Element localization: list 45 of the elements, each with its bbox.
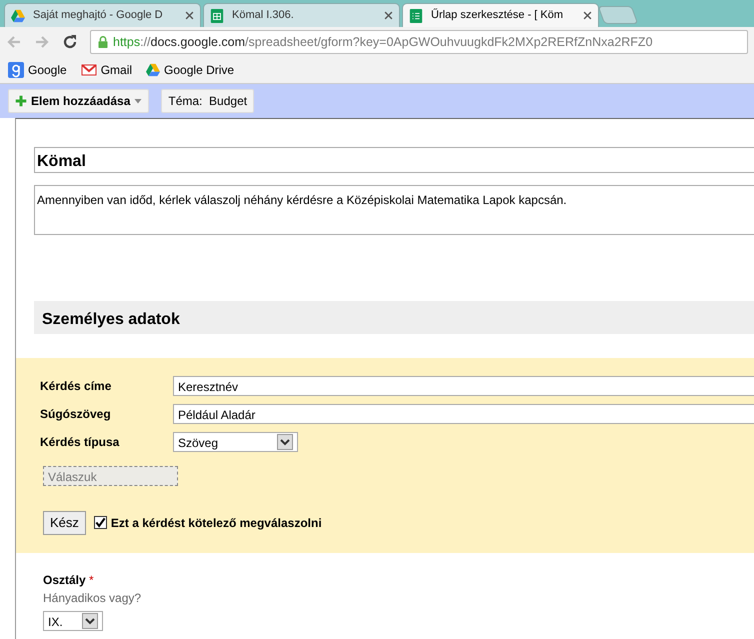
- answer-preview-field: Válaszuk: [43, 466, 178, 486]
- bookmark-link[interactable]: Google Drive: [146, 61, 234, 79]
- form-description-field[interactable]: Amennyiben van időd, kérlek válaszolj néhány kérdésre a Középiskolai Matematika Lapok kapcsán.: [34, 185, 754, 235]
- type-dropdown[interactable]: Szöveg: [173, 432, 298, 452]
- required-mark: *: [89, 572, 94, 586]
- form-title-field[interactable]: Kömal: [34, 147, 754, 173]
- triangle-logo-icon: [11, 8, 25, 22]
- close-icon: [185, 11, 194, 20]
- bookmark-link[interactable]: Google: [8, 61, 67, 79]
- grade-dropdown[interactable]: IX.: [43, 610, 103, 630]
- add-item-button[interactable]: Elem hozzáadása: [8, 89, 150, 113]
- field-label: Súgószöveg: [40, 406, 112, 423]
- url-text: https://docs.google.com/spreadsheet/gform?key=0ApGWOuhvuugkdFk2MXp2RERfZnNxa2RFZ0: [113, 34, 653, 51]
- g-logo-icon: [8, 62, 24, 78]
- field-label: Kérdés típusa: [40, 434, 120, 451]
- plus-icon: [15, 95, 27, 107]
- envelope-icon: [80, 62, 97, 78]
- bookmark-link[interactable]: Gmail: [80, 61, 132, 79]
- forward-icon: [34, 34, 50, 50]
- caret-icon: [134, 97, 142, 105]
- checkmark-icon: [94, 517, 106, 528]
- back-icon: [6, 34, 22, 50]
- question-title: Osztály *: [43, 572, 95, 588]
- address-bar[interactable]: https://docs.google.com/spreadsheet/gform?key=0ApGWOuhvuugkdFk2MXp2RERfZnNxa2RFZ0: [90, 30, 748, 54]
- caret-icon: [82, 612, 98, 628]
- theme-button[interactable]: Téma: Budget: [161, 89, 254, 113]
- browser-tab[interactable]: Saját meghajtó - Google D: [4, 3, 201, 27]
- reload-icon: [62, 34, 78, 50]
- text-input[interactable]: Keresztnév: [173, 376, 754, 396]
- new-tab-button[interactable]: [598, 6, 638, 24]
- triangle-logo-icon: [146, 63, 160, 77]
- field-label: Kérdés címe: [40, 378, 112, 395]
- caret-icon: [277, 434, 293, 450]
- padlock-icon: [97, 35, 109, 49]
- required-checkbox[interactable]: Ezt a kérdést kötelező megválaszolni: [94, 514, 322, 532]
- close-icon: [384, 11, 393, 20]
- browser-tab[interactable]: Űrlap szerkesztése - [ Köm: [402, 3, 599, 27]
- section-header: Személyes adatok: [34, 301, 754, 334]
- done-button[interactable]: Kész: [43, 511, 86, 534]
- spreadsheet-icon: [210, 8, 224, 22]
- browser-tab[interactable]: Kömal I.306.: [203, 3, 400, 27]
- form-icon: [409, 8, 423, 22]
- question-help: Hányadikos vagy?: [43, 590, 142, 606]
- text-input[interactable]: Például Aladár: [173, 404, 754, 424]
- close-icon: [583, 11, 592, 20]
